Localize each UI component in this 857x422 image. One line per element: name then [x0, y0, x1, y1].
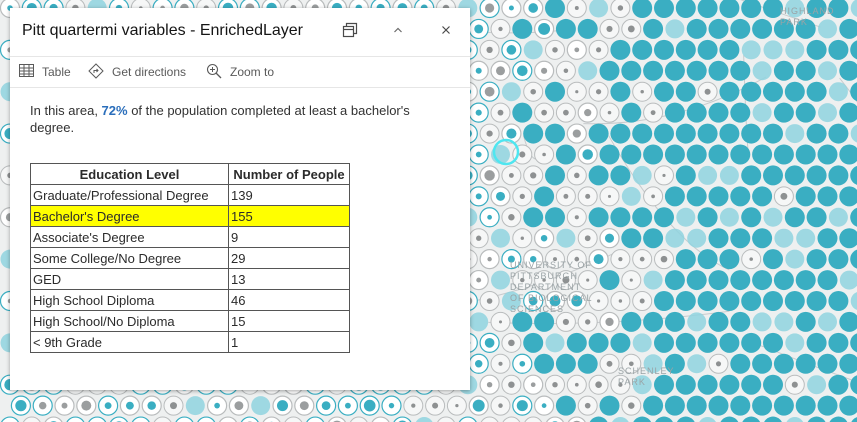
education-level-cell: Graduate/Professional Degree — [30, 184, 229, 206]
education-level-cell: Associate's Degree — [30, 226, 229, 248]
table-row: Bachelor's Degree 155 — [30, 205, 350, 227]
count-cell: 155 — [228, 205, 350, 227]
feature-popup: Pitt quartermi variables - EnrichedLayer — [10, 8, 470, 390]
education-level-cell: GED — [30, 268, 229, 290]
dock-button[interactable] — [338, 20, 362, 44]
count-cell: 9 — [228, 226, 350, 248]
close-button[interactable] — [434, 20, 458, 44]
zoom-to-action-label: Zoom to — [230, 65, 275, 79]
table-row: Associate's Degree 9 — [30, 226, 350, 248]
popup-action-bar: Table Get directions Zoom to — [10, 56, 470, 88]
close-icon — [440, 23, 452, 41]
count-cell: 46 — [228, 289, 350, 311]
table-row: High School Diploma 46 — [30, 289, 350, 311]
count-cell: 15 — [228, 310, 350, 332]
summary-prefix: In this area, — [30, 103, 102, 118]
count-cell: 29 — [228, 247, 350, 269]
dock-icon — [342, 22, 358, 43]
chevron-up-icon — [392, 23, 404, 41]
table-row: High School/No Diploma 15 — [30, 310, 350, 332]
education-table: Education Level Number of People Graduat… — [30, 163, 350, 353]
education-level-cell: Some College/No Degree — [30, 247, 229, 269]
map-view[interactable]: HIGHLAND PARK UNIVERSITY OF PITTSBURGH DEPAR… — [0, 0, 857, 422]
table-row: < 9th Grade 1 — [30, 331, 350, 353]
table-icon — [19, 64, 42, 80]
table-row: GED 13 — [30, 268, 350, 290]
percent-value: 72% — [101, 103, 128, 118]
table-row: Some College/No Degree 29 — [30, 247, 350, 269]
count-cell: 1 — [228, 331, 350, 353]
popup-content: In this area, 72% of the population comp… — [30, 102, 450, 353]
count-cell: 13 — [228, 268, 350, 290]
education-level-cell: < 9th Grade — [30, 331, 229, 353]
education-level-cell: High School/No Diploma — [30, 310, 229, 332]
summary-text: In this area, 72% of the population comp… — [30, 102, 410, 136]
table-action-button[interactable]: Table — [19, 57, 71, 87]
zoom-to-button[interactable]: Zoom to — [206, 57, 274, 87]
collapse-button[interactable] — [386, 20, 410, 44]
popup-title: Pitt quartermi variables - EnrichedLayer — [22, 22, 304, 39]
header-number-of-people: Number of People — [228, 163, 350, 185]
popup-header: Pitt quartermi variables - EnrichedLayer — [10, 8, 470, 56]
table-row: Graduate/Professional Degree 139 — [30, 184, 350, 206]
table-header-row: Education Level Number of People — [30, 163, 350, 185]
header-education-level: Education Level — [30, 163, 229, 185]
directions-icon — [88, 62, 112, 82]
directions-action-label: Get directions — [112, 65, 187, 79]
table-action-label: Table — [42, 65, 71, 79]
education-level-cell: Bachelor's Degree — [30, 205, 229, 227]
zoom-to-icon — [206, 63, 230, 82]
education-level-cell: High School Diploma — [30, 289, 229, 311]
count-cell: 139 — [228, 184, 350, 206]
get-directions-button[interactable]: Get directions — [88, 57, 186, 87]
